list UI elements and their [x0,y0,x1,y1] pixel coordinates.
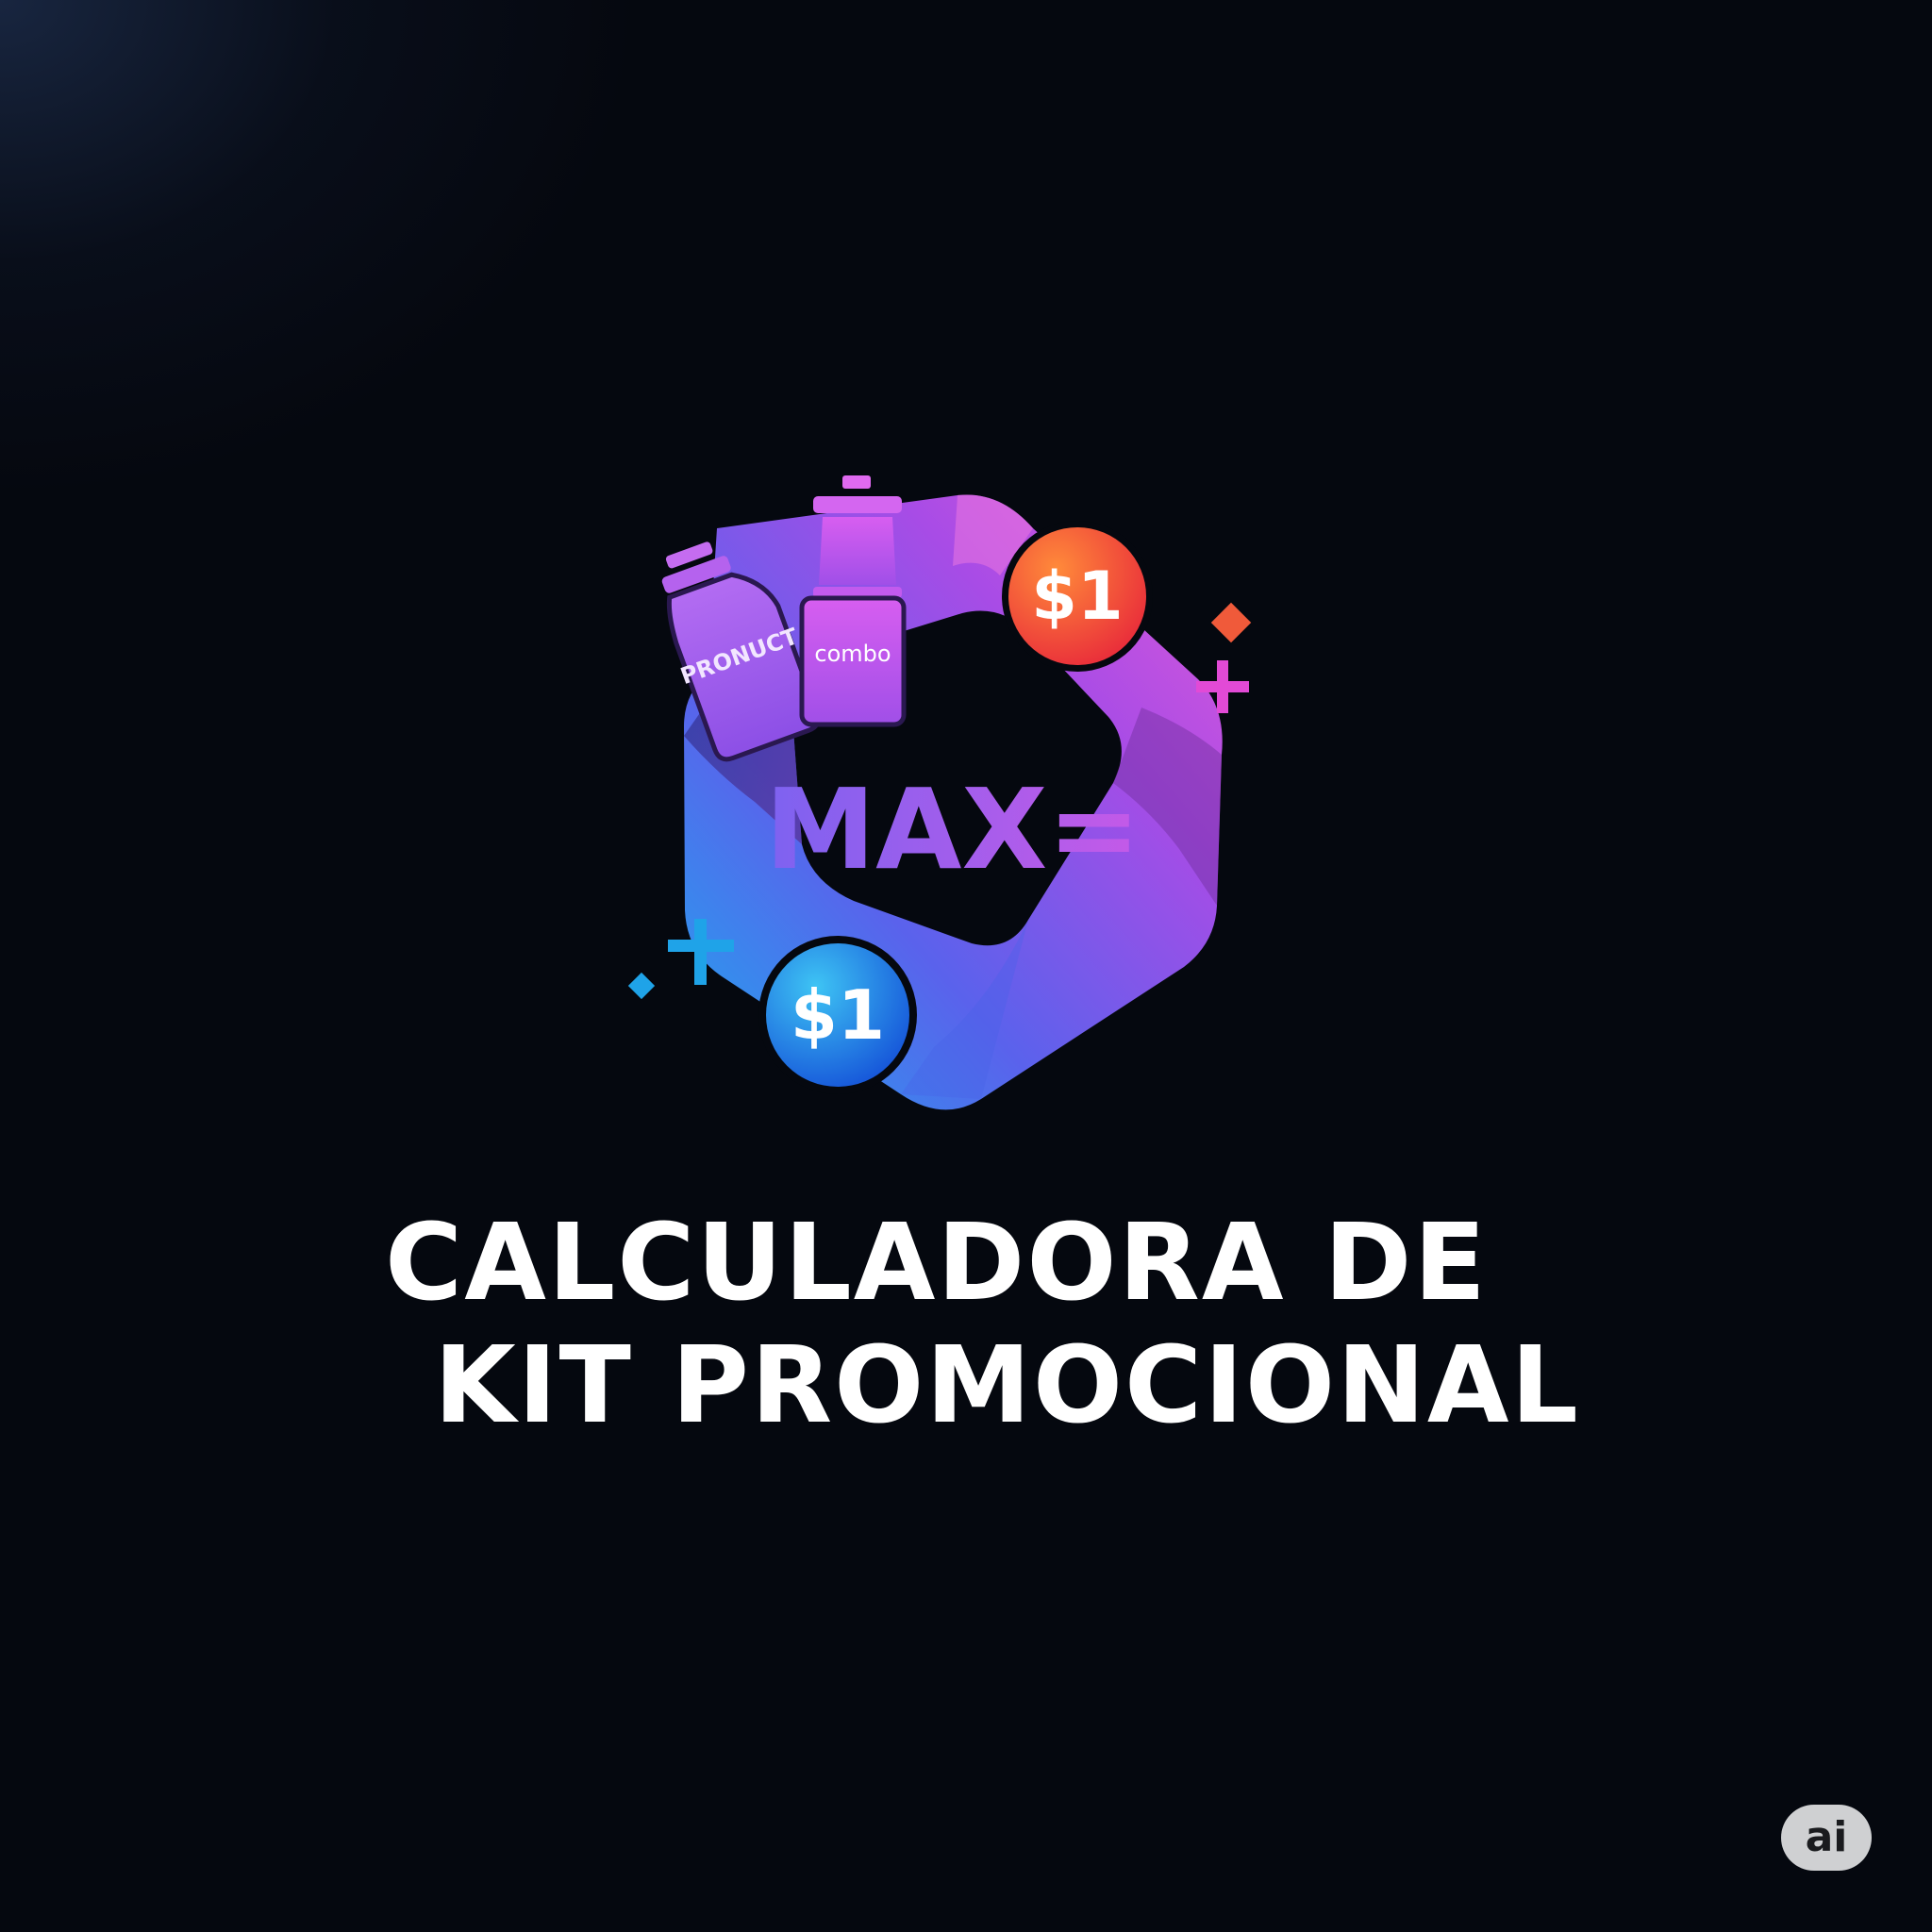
coin-top-icon: $1 [1002,521,1153,672]
jar-label: combo [814,641,891,667]
ai-badge: ai [1781,1805,1872,1871]
background: PRONUCT combo MAX= $1 $1 CALCULADORA DE … [0,0,1932,1932]
title-line-2: KIT PROMOCIONAL [434,1324,1580,1447]
max-wordmark: MAX= [765,764,1141,894]
coin-top-label: $1 [1031,558,1123,635]
title-line-1: CALCULADORA DE [385,1202,1488,1324]
coin-bottom-label: $1 [791,975,885,1055]
coin-bottom-icon: $1 [758,936,917,1094]
combo-jar-icon: combo [799,475,907,727]
diamond-sparkle-icon [627,972,656,1000]
diamond-sparkle-icon [1210,602,1252,643]
calculator-logo: PRONUCT combo MAX= $1 $1 [627,475,1252,1110]
